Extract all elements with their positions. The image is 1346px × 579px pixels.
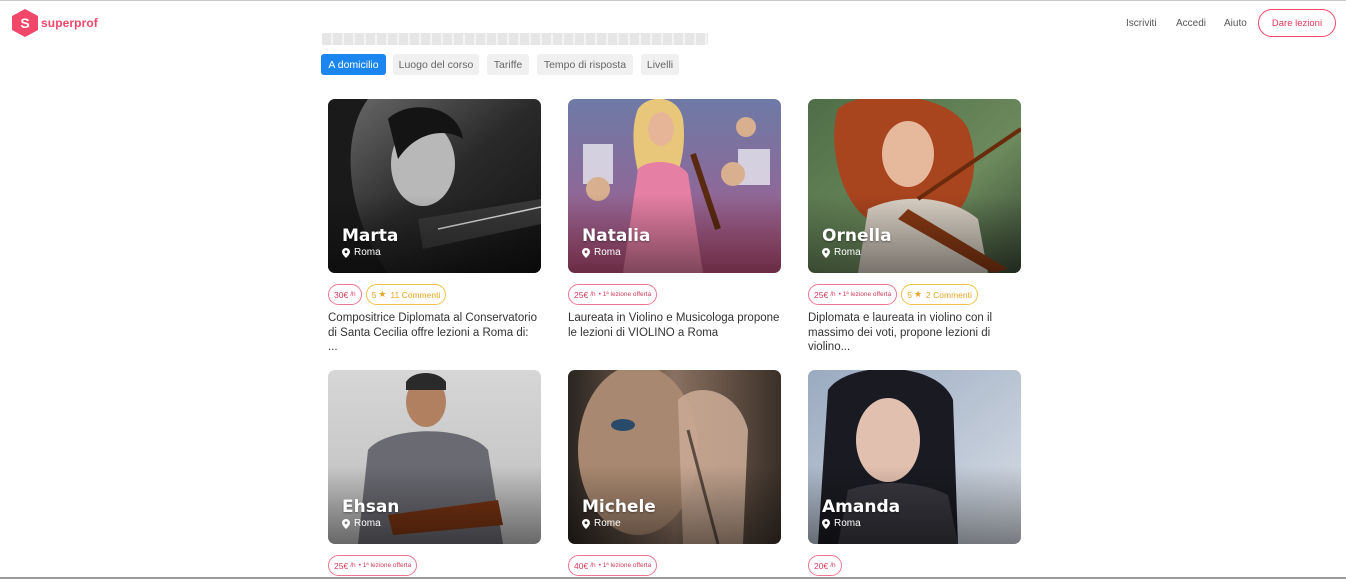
teacher-name: Natalia <box>582 226 651 246</box>
first-lesson-offer: • 1ª lezione offerta <box>598 291 652 298</box>
map-pin-icon <box>342 518 350 529</box>
price: 30€ <box>334 289 349 300</box>
badges: 30€/h 5 ★ 11 Commenti <box>328 284 450 305</box>
price-badge: 30€/h <box>328 284 362 305</box>
logo[interactable]: S superprof <box>12 9 98 37</box>
price-badge: 25€/h • 1ª lezione offerta <box>328 555 418 576</box>
teacher-location-text: Roma <box>354 518 381 529</box>
price-unit: /h <box>830 562 836 569</box>
teacher-location-text: Roma <box>834 518 861 529</box>
map-pin-icon <box>582 247 590 258</box>
teacher-location-text: Roma <box>354 247 381 258</box>
price: 20€ <box>814 560 829 571</box>
filter-tariffe[interactable]: Tariffe <box>487 54 529 75</box>
teacher-description: Compositrice Diplomata al Conservatorio … <box>328 312 537 353</box>
filter-a-domicilio[interactable]: A domicilio <box>321 54 386 75</box>
price-badge: 25€/h • 1ª lezione offerta <box>808 284 898 305</box>
price-badge: 40€/h • 1ª lezione offerta <box>568 555 658 576</box>
price: 25€ <box>814 289 829 300</box>
map-pin-icon <box>342 247 350 258</box>
teacher-location: Roma <box>342 247 381 258</box>
price-badge: 25€/h • 1ª lezione offerta <box>568 284 658 305</box>
page-heading-faded <box>322 33 708 45</box>
badges: 25€/h • 1ª lezione offerta 5 ★ 2 Commenti <box>808 284 982 305</box>
teacher-location: Roma <box>582 247 621 258</box>
price: 25€ <box>574 289 589 300</box>
price-unit: /h <box>350 291 356 298</box>
teacher-location-text: Roma <box>594 247 621 258</box>
teacher-location: Rome <box>582 518 621 529</box>
teacher-location: Roma <box>822 247 861 258</box>
teacher-description: Diplomata e laureata in violino con il m… <box>808 312 993 353</box>
badges: 40€/h • 1ª lezione offerta <box>568 555 661 576</box>
teacher-description: Laureata in Violino e Musicologa propone… <box>568 312 780 339</box>
rating-badge: 5 ★ 2 Commenti <box>901 284 978 305</box>
rating-value: 5 <box>907 289 912 300</box>
filter-luogo-del-corso[interactable]: Luogo del corso <box>393 54 479 75</box>
price-unit: /h <box>590 291 596 298</box>
rating-badge: 5 ★ 11 Commenti <box>365 284 447 305</box>
filter-livelli[interactable]: Livelli <box>641 54 679 75</box>
nav-accedi-link[interactable]: Accedi <box>1176 18 1206 29</box>
price-unit: /h <box>830 291 836 298</box>
teacher-location-text: Rome <box>594 518 621 529</box>
rating-value: 5 <box>371 289 377 300</box>
first-lesson-offer: • 1ª lezione offerta <box>838 291 892 298</box>
teacher-location: Roma <box>342 518 381 529</box>
nav-iscriviti[interactable]: Iscriviti <box>1126 1 1157 45</box>
badges: 25€/h • 1ª lezione offerta <box>328 555 421 576</box>
teacher-name: Marta <box>342 226 399 246</box>
nav-accedi[interactable]: Accedi <box>1176 1 1206 45</box>
price: 25€ <box>334 560 349 571</box>
star-icon: ★ <box>378 289 387 299</box>
map-pin-icon <box>822 518 830 529</box>
first-lesson-offer: • 1ª lezione offerta <box>358 562 412 569</box>
badges: 20€/h <box>808 555 846 576</box>
map-pin-icon <box>822 247 830 258</box>
teacher-name: Ehsan <box>342 497 400 517</box>
nav-aiuto-link[interactable]: Aiuto <box>1224 18 1247 29</box>
price-unit: /h <box>350 562 356 569</box>
price: 40€ <box>574 560 589 571</box>
filter-tempo-di-risposta[interactable]: Tempo di risposta <box>537 54 633 75</box>
reviews-count: 11 Commenti <box>390 289 441 300</box>
teacher-name: Michele <box>582 497 656 517</box>
star-icon: ★ <box>913 289 923 299</box>
superprof-logo-icon: S <box>12 9 38 37</box>
price-badge: 20€/h <box>808 555 842 576</box>
reviews-count: 2 Commenti <box>926 289 972 300</box>
teacher-name: Ornella <box>822 226 892 246</box>
map-pin-icon <box>582 518 590 529</box>
nav-iscriviti-link[interactable]: Iscriviti <box>1126 18 1157 29</box>
badges: 25€/h • 1ª lezione offerta <box>568 284 661 305</box>
nav-aiuto[interactable]: Aiuto <box>1224 1 1247 45</box>
teacher-location-text: Roma <box>834 247 861 258</box>
dare-lezioni-button[interactable]: Dare lezioni <box>1258 9 1336 37</box>
logo-text: superprof <box>41 16 98 30</box>
teacher-name: Amanda <box>822 497 901 517</box>
teacher-location: Roma <box>822 518 861 529</box>
price-unit: /h <box>590 562 596 569</box>
first-lesson-offer: • 1ª lezione offerta <box>598 562 652 569</box>
